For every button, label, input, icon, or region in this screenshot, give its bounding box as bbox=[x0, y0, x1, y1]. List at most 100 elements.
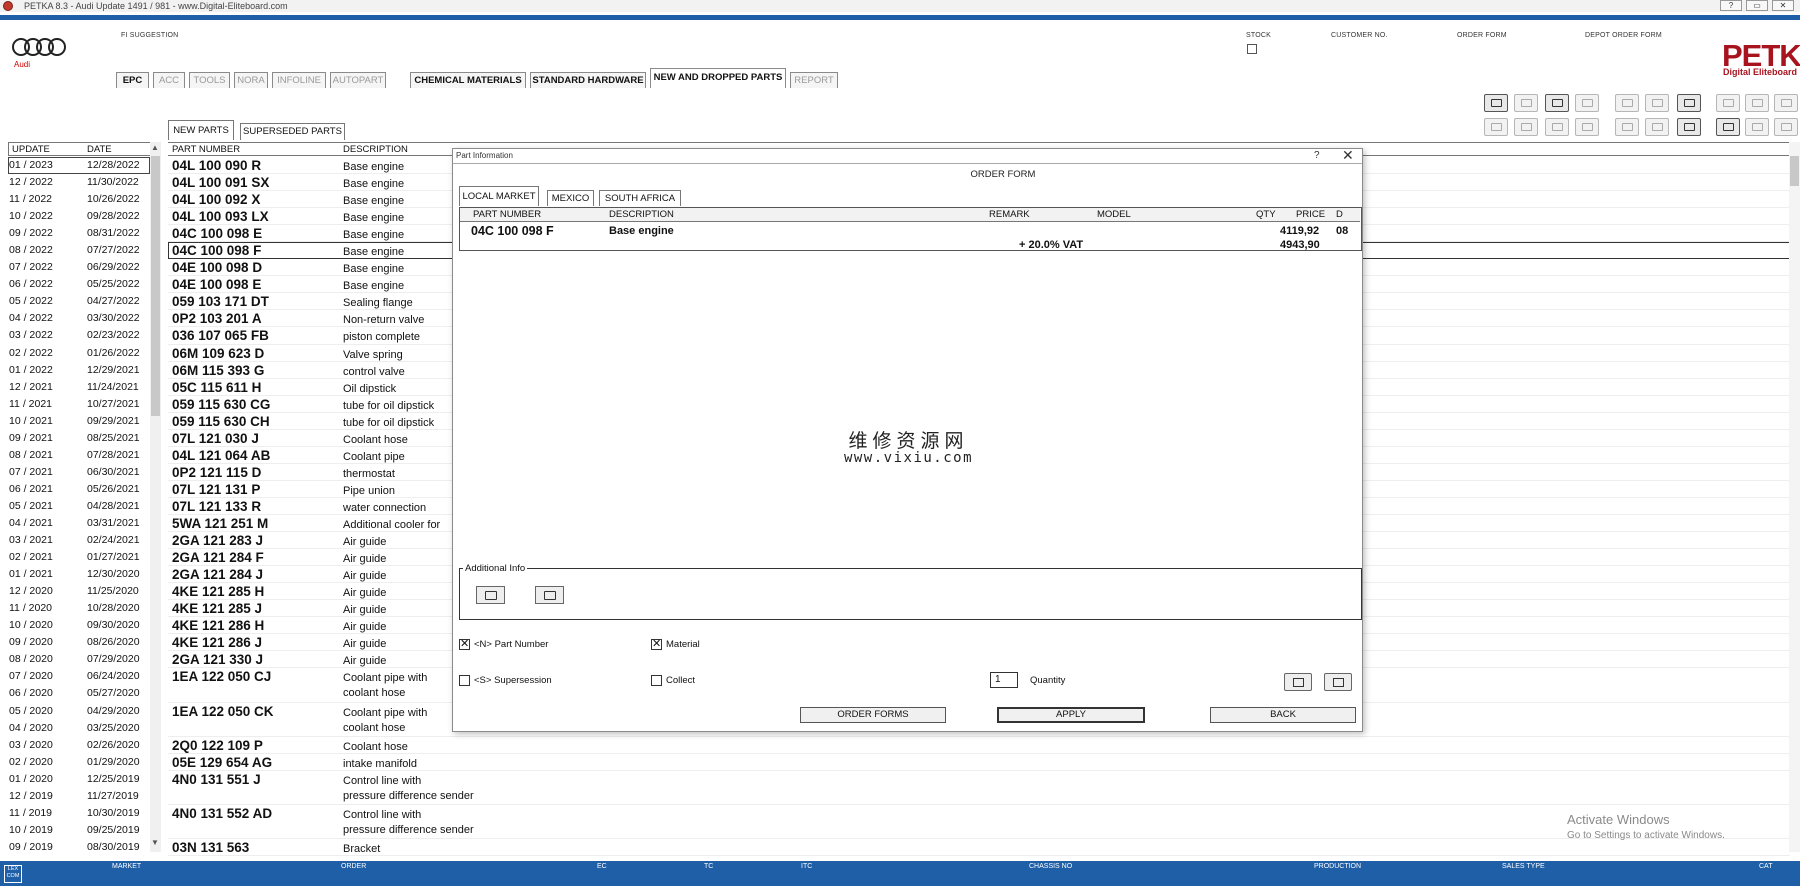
list-item[interactable]: 10 / 2022 09/28/2022 bbox=[8, 208, 150, 225]
date-column-header[interactable]: DATE bbox=[87, 144, 112, 155]
first-page-icon[interactable] bbox=[1716, 118, 1740, 136]
collect-checkbox[interactable] bbox=[651, 675, 662, 686]
filter-icon[interactable] bbox=[1615, 118, 1639, 136]
car-icon[interactable] bbox=[1545, 94, 1569, 112]
list-item[interactable]: 12 / 2022 11/30/2022 bbox=[8, 174, 150, 191]
search-icon[interactable] bbox=[1615, 94, 1639, 112]
tab-nora[interactable]: NORA bbox=[234, 72, 268, 88]
list-item[interactable]: 10 / 2020 09/30/2020 bbox=[8, 617, 150, 634]
part-number-checkbox[interactable]: ✕ bbox=[459, 639, 470, 650]
scrollbar-thumb[interactable] bbox=[1790, 156, 1799, 186]
list-item[interactable]: 04 / 2020 03/25/2020 bbox=[8, 720, 150, 737]
previous-page-icon[interactable] bbox=[1745, 94, 1769, 112]
tab-infoline[interactable]: INFOLINE bbox=[272, 72, 326, 88]
tab-south-africa[interactable]: SOUTH AFRICA bbox=[599, 190, 681, 206]
tab-report[interactable]: REPORT bbox=[790, 72, 838, 88]
list-item[interactable]: 05 / 2021 04/28/2021 bbox=[8, 498, 150, 515]
document-icon[interactable] bbox=[1774, 94, 1798, 112]
table-row[interactable]: 05E 129 654 AG intake manifold bbox=[168, 754, 1790, 771]
list-item[interactable]: 06 / 2020 05/27/2020 bbox=[8, 685, 150, 702]
list-item[interactable]: 10 / 2019 09/25/2019 bbox=[8, 822, 150, 839]
scrollbar-thumb[interactable] bbox=[151, 156, 160, 416]
list-item[interactable]: 11 / 2019 10/30/2019 bbox=[8, 805, 150, 822]
connector-icon[interactable] bbox=[1575, 118, 1599, 136]
close-window-button[interactable]: ✕ bbox=[1772, 0, 1794, 11]
parts-list-scrollbar[interactable] bbox=[1789, 142, 1800, 852]
list-item[interactable]: 01 / 2021 12/30/2020 bbox=[8, 566, 150, 583]
tab-chemical-materials[interactable]: CHEMICAL MATERIALS bbox=[410, 72, 526, 88]
table-row[interactable]: 03N 131 563 Bracket bbox=[168, 839, 1790, 856]
settings-icon[interactable] bbox=[1545, 118, 1569, 136]
description-column-header[interactable]: DESCRIPTION bbox=[343, 144, 408, 155]
list-item[interactable]: 11 / 2021 10/27/2021 bbox=[8, 396, 150, 413]
supersession-checkbox[interactable] bbox=[459, 675, 470, 686]
list-item[interactable]: 11 / 2022 10/26/2022 bbox=[8, 191, 150, 208]
list-item[interactable]: 07 / 2020 06/24/2020 bbox=[8, 668, 150, 685]
list-item[interactable]: 08 / 2022 07/27/2022 bbox=[8, 242, 150, 259]
list-item[interactable]: 02 / 2021 01/27/2021 bbox=[8, 549, 150, 566]
apply-button[interactable]: APPLY bbox=[997, 707, 1145, 723]
list-item[interactable]: 12 / 2019 11/27/2019 bbox=[8, 788, 150, 805]
tab-acc[interactable]: ACC bbox=[153, 72, 185, 88]
list-item[interactable]: 05 / 2022 04/27/2022 bbox=[8, 293, 150, 310]
order-part-number[interactable]: 04C 100 098 F bbox=[471, 224, 554, 238]
prev-icon[interactable] bbox=[1745, 118, 1769, 136]
help-window-button[interactable]: ? bbox=[1720, 0, 1742, 11]
material-checkbox[interactable]: ✕ bbox=[651, 639, 662, 650]
print-icon[interactable] bbox=[1484, 94, 1508, 112]
camera-icon[interactable] bbox=[476, 586, 505, 604]
tab-superseded-parts[interactable]: SUPERSEDED PARTS bbox=[240, 123, 345, 140]
list-item[interactable]: 08 / 2021 07/28/2021 bbox=[8, 447, 150, 464]
part-number-column-header[interactable]: PART NUMBER bbox=[172, 144, 240, 155]
stock-checkbox[interactable] bbox=[1247, 44, 1257, 54]
list-item[interactable]: 11 / 2020 10/28/2020 bbox=[8, 600, 150, 617]
list-item[interactable]: 07 / 2022 06/29/2022 bbox=[8, 259, 150, 276]
scroll-up-icon[interactable]: ▲ bbox=[151, 143, 159, 152]
list-item[interactable]: 12 / 2021 11/24/2021 bbox=[8, 379, 150, 396]
help-search-icon[interactable] bbox=[1575, 94, 1599, 112]
list-item[interactable]: 03 / 2021 02/24/2021 bbox=[8, 532, 150, 549]
tab-new-and-dropped-parts[interactable]: NEW AND DROPPED PARTS bbox=[650, 68, 786, 88]
key-icon[interactable] bbox=[1514, 118, 1538, 136]
list-item[interactable]: 08 / 2020 07/29/2020 bbox=[8, 651, 150, 668]
list-item[interactable]: 10 / 2021 09/29/2021 bbox=[8, 413, 150, 430]
list-item[interactable]: 09 / 2020 08/26/2020 bbox=[8, 634, 150, 651]
list-item[interactable]: 09 / 2019 08/30/2019 bbox=[8, 839, 150, 856]
restore-window-button[interactable]: ▭ bbox=[1746, 0, 1768, 11]
list-item[interactable]: 05 / 2020 04/29/2020 bbox=[8, 703, 150, 720]
dialog-close-button[interactable]: ✕ bbox=[1342, 147, 1354, 164]
list-item[interactable]: 04 / 2022 03/30/2022 bbox=[8, 310, 150, 327]
list-item[interactable]: 06 / 2021 05/26/2021 bbox=[8, 481, 150, 498]
tab-local-market[interactable]: LOCAL MARKET bbox=[459, 186, 539, 206]
list-item[interactable]: 01 / 2020 12/25/2019 bbox=[8, 771, 150, 788]
back-button[interactable]: BACK bbox=[1210, 707, 1356, 723]
tab-epc[interactable]: EPC bbox=[116, 72, 149, 88]
tools-icon[interactable] bbox=[1645, 118, 1669, 136]
tab-standard-hardware[interactable]: STANDARD HARDWARE bbox=[530, 72, 646, 88]
cart-add-icon[interactable] bbox=[1677, 94, 1701, 112]
blank-page-icon[interactable] bbox=[535, 586, 564, 604]
list-item[interactable]: 12 / 2020 11/25/2020 bbox=[8, 583, 150, 600]
list-item[interactable]: 01 / 2023 12/28/2022 bbox=[8, 157, 150, 175]
search-list-icon[interactable] bbox=[1645, 94, 1669, 112]
list-item[interactable]: 06 / 2022 05/25/2022 bbox=[8, 276, 150, 293]
list-item[interactable]: 03 / 2022 02/23/2022 bbox=[8, 327, 150, 344]
scroll-down-icon[interactable]: ▼ bbox=[151, 838, 159, 847]
table-row[interactable]: 4N0 131 552 AD Control line with pressure … bbox=[168, 805, 1790, 839]
dialog-help-button[interactable]: ? bbox=[1314, 150, 1320, 161]
table-row[interactable]: 4N0 131 551 J Control line with pressure d… bbox=[168, 771, 1790, 805]
back-icon[interactable] bbox=[1774, 118, 1798, 136]
print-order-icon[interactable] bbox=[1284, 673, 1312, 691]
pin-icon[interactable] bbox=[1716, 94, 1740, 112]
table-row[interactable]: 2Q0 122 109 P Coolant hose bbox=[168, 737, 1790, 754]
list-item[interactable]: 09 / 2022 08/31/2022 bbox=[8, 225, 150, 242]
list-item[interactable]: 03 / 2020 02/26/2020 bbox=[8, 737, 150, 754]
keyboard-icon[interactable] bbox=[1484, 118, 1508, 136]
tab-new-parts[interactable]: NEW PARTS bbox=[168, 120, 234, 140]
list-item[interactable]: 01 / 2022 12/29/2021 bbox=[8, 362, 150, 379]
cart-icon[interactable] bbox=[1677, 118, 1701, 136]
tab-mexico[interactable]: MEXICO bbox=[547, 190, 594, 206]
list-item[interactable]: 02 / 2022 01/26/2022 bbox=[8, 345, 150, 362]
tab-autopart[interactable]: AUTOPART bbox=[330, 72, 386, 88]
edit-order-icon[interactable] bbox=[1324, 673, 1352, 691]
